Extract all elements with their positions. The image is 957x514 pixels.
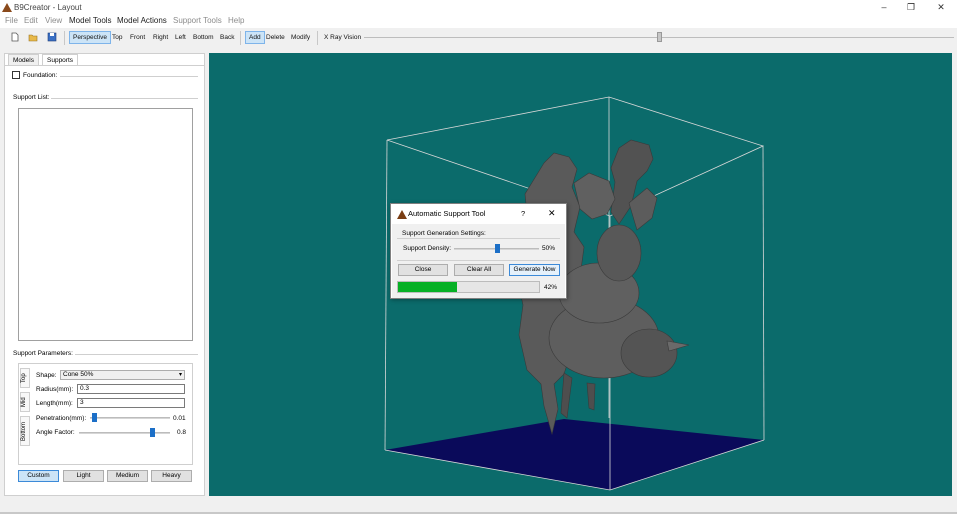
angle-factor-slider[interactable] (79, 432, 170, 434)
dialog-logo-icon (397, 210, 407, 219)
progress-fill (398, 282, 458, 292)
title-bar: B9Creator - Layout – ❐ ✕ (0, 0, 957, 15)
length-label: Length(mm): (36, 400, 73, 407)
xray-label: X Ray Vision (324, 34, 362, 41)
penetration-value: 0.01 (173, 415, 186, 422)
build-plate (385, 419, 764, 490)
view-front-button[interactable]: Front (127, 31, 148, 44)
toolbar: Perspective Top Front Right Left Bottom … (0, 29, 957, 47)
foundation-checkbox[interactable] (12, 71, 20, 79)
dialog-title: Automatic Support Tool (408, 209, 486, 218)
penetration-slider[interactable] (90, 417, 170, 419)
penetration-label: Penetration(mm): (36, 415, 87, 422)
support-parameters-label: Support Parameters: (13, 350, 75, 357)
progress-bar (397, 281, 540, 293)
dropdown-arrow-icon: ▾ (178, 372, 182, 378)
shape-value: Cone 50% (63, 371, 94, 378)
menu-model-tools[interactable]: Model Tools (69, 16, 112, 25)
delete-tool-button[interactable]: Delete (263, 31, 288, 44)
tab-bottom[interactable]: Bottom (20, 416, 30, 446)
toolbar-separator (240, 31, 241, 45)
new-file-icon[interactable] (10, 32, 20, 42)
support-list[interactable] (18, 108, 193, 341)
modify-tool-button[interactable]: Modify (288, 31, 313, 44)
settings-label: Support Generation Settings: (402, 230, 486, 237)
support-list-label: Support List: (13, 94, 52, 101)
menu-file[interactable]: File (5, 16, 18, 25)
menu-view[interactable]: View (45, 16, 62, 25)
tab-top[interactable]: Top (20, 368, 30, 388)
toolbar-separator (317, 31, 318, 45)
angle-factor-value: 0.8 (177, 429, 187, 436)
view-back-button[interactable]: Back (217, 31, 237, 44)
app-logo-icon (2, 3, 12, 12)
view-left-button[interactable]: Left (172, 31, 189, 44)
generate-now-button[interactable]: Generate Now (509, 264, 560, 276)
menu-support-tools[interactable]: Support Tools (173, 16, 222, 25)
maximize-button[interactable]: ❐ (901, 2, 921, 13)
preset-custom-button[interactable]: Custom (18, 470, 59, 482)
menu-model-actions[interactable]: Model Actions (117, 16, 167, 25)
view-right-button[interactable]: Right (150, 31, 171, 44)
close-button[interactable]: Close (398, 264, 448, 276)
toolbar-separator (64, 31, 65, 45)
length-input[interactable]: 3 (77, 398, 185, 408)
close-window-button[interactable]: ✕ (931, 2, 951, 13)
menu-edit[interactable]: Edit (24, 16, 38, 25)
group-line (60, 76, 198, 77)
preset-light-button[interactable]: Light (63, 470, 104, 482)
radius-label: Radius(mm): (36, 386, 74, 393)
group-line (75, 354, 198, 355)
shape-select[interactable]: Cone 50% ▾ (60, 370, 185, 380)
preset-heavy-button[interactable]: Heavy (151, 470, 192, 482)
group-line (51, 98, 198, 99)
shape-label: Shape: (36, 372, 57, 379)
view-top-button[interactable]: Top (109, 31, 125, 44)
build-volume-scene (384, 96, 765, 491)
save-icon[interactable] (47, 32, 57, 42)
density-value: 50% (542, 245, 556, 252)
help-button[interactable]: ? (521, 209, 525, 218)
tab-mid[interactable]: Mid (20, 392, 30, 412)
automatic-support-dialog: Automatic Support Tool ? ✕ Support Gener… (390, 203, 567, 299)
view-perspective-button[interactable]: Perspective (69, 31, 111, 44)
window-title: B9Creator - Layout (14, 3, 82, 12)
menu-help[interactable]: Help (228, 16, 244, 25)
density-slider-handle[interactable] (494, 244, 500, 253)
foundation-label: Foundation: (23, 72, 60, 79)
tab-divider (5, 65, 204, 66)
clear-all-button[interactable]: Clear All (454, 264, 504, 276)
settings-divider (397, 238, 560, 239)
buttons-divider (397, 260, 560, 261)
radius-input[interactable]: 0.3 (77, 384, 185, 394)
angle-factor-slider-handle[interactable] (149, 428, 155, 437)
3d-viewport[interactable] (209, 53, 952, 496)
supports-panel: Models Supports Foundation: Support List… (4, 53, 205, 496)
menu-bar: File Edit View Model Tools Model Actions… (0, 15, 957, 28)
view-bottom-button[interactable]: Bottom (190, 31, 217, 44)
progress-label: 42% (544, 284, 558, 291)
preset-medium-button[interactable]: Medium (107, 470, 148, 482)
add-tool-button[interactable]: Add (245, 31, 265, 44)
dialog-close-button[interactable]: ✕ (548, 208, 556, 219)
minimize-button[interactable]: – (874, 2, 894, 13)
angle-factor-label: Angle Factor: (36, 429, 75, 436)
density-label: Support Density: (403, 245, 452, 252)
xray-slider-handle[interactable] (657, 32, 662, 42)
penetration-slider-handle[interactable] (92, 413, 97, 422)
open-folder-icon[interactable] (28, 32, 38, 42)
